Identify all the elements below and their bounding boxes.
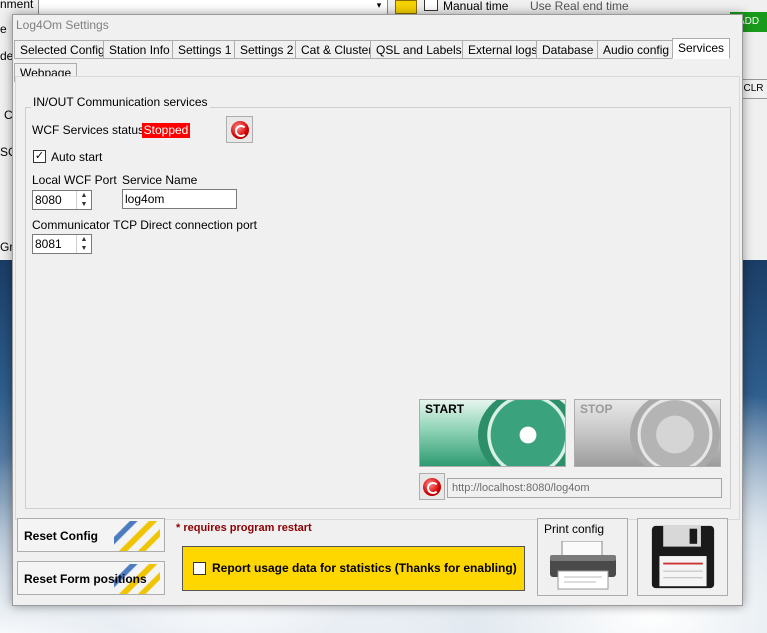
bg-text-input[interactable] [38, 0, 388, 15]
refresh-status-button[interactable] [226, 116, 253, 143]
reset-form-label: Reset Form positions [24, 572, 147, 586]
save-button[interactable] [637, 518, 728, 596]
tools-icon [114, 521, 160, 551]
auto-start-checkbox[interactable]: ✓ [33, 150, 46, 163]
local-port-input[interactable]: 8080 ▲ ▼ [32, 190, 92, 210]
dialog-title: Log4Om Settings [16, 18, 109, 32]
local-port-spinner[interactable]: ▲ ▼ [76, 191, 91, 209]
tcp-port-value: 8081 [35, 237, 62, 251]
service-name-label: Service Name [122, 173, 198, 187]
tab-database[interactable]: Database [536, 40, 600, 59]
tcp-port-label: Communicator TCP Direct connection port [32, 218, 257, 232]
bg-dropdown-arrow-icon[interactable]: ▾ [372, 0, 386, 14]
reset-form-positions-button[interactable]: Reset Form positions [17, 561, 165, 595]
stop-label: STOP [580, 402, 613, 416]
tcp-port-input[interactable]: 8081 ▲ ▼ [32, 234, 92, 254]
auto-start-label: Auto start [51, 150, 103, 164]
printer-icon [550, 541, 616, 590]
tcp-port-spinner[interactable]: ▲ ▼ [76, 235, 91, 253]
local-port-label: Local WCF Port [32, 173, 117, 187]
tab-settings-2[interactable]: Settings 2 [234, 40, 300, 59]
bg-manual-time-label: Manual time [443, 0, 509, 13]
service-url-field[interactable]: http://localhost:8080/log4om [447, 478, 722, 498]
refresh-icon [230, 120, 249, 139]
bg-manual-time-checkbox[interactable] [424, 0, 438, 11]
tab-station-info[interactable]: Station Info [103, 40, 176, 59]
stop-wheel-icon [630, 400, 720, 466]
service-name-input[interactable]: log4om [122, 189, 237, 209]
print-config-button[interactable]: Print config [537, 518, 628, 596]
start-label: START [425, 402, 465, 416]
report-usage-label: Report usage data for statistics (Thanks… [212, 561, 517, 575]
reset-config-label: Reset Config [24, 529, 99, 543]
print-config-label: Print config [544, 522, 605, 536]
local-port-value: 8080 [35, 193, 62, 207]
tab-qsl-labels[interactable]: QSL and Labels [370, 40, 468, 59]
bg-real-end-label: Use Real end time [530, 0, 629, 13]
tab-services[interactable]: Services [672, 38, 731, 59]
restart-note: * requires program restart [176, 522, 312, 534]
report-usage-box: Report usage data for statistics (Thanks… [182, 546, 525, 591]
bg-fragment-1: e [0, 22, 7, 36]
stop-button[interactable]: STOP [574, 399, 721, 467]
reset-config-button[interactable]: Reset Config [17, 518, 165, 552]
bg-field-label: nment [0, 0, 34, 11]
tab-selected-config[interactable]: Selected Config [14, 40, 111, 59]
floppy-save-icon [651, 525, 715, 589]
refresh-icon [423, 477, 441, 496]
group-title: IN/OUT Communication services [31, 95, 210, 109]
tab-audio-config[interactable]: Audio config [597, 40, 676, 59]
start-button[interactable]: START [419, 399, 566, 467]
bg-yellow-button[interactable] [395, 0, 417, 14]
wcf-status-label: WCF Services status [32, 123, 145, 137]
report-usage-checkbox[interactable] [193, 562, 206, 575]
tab-settings-1[interactable]: Settings 1 [172, 40, 238, 59]
refresh-url-button[interactable] [419, 473, 445, 500]
wcf-status-badge: Stopped [142, 123, 190, 138]
tab-cat-cluster[interactable]: Cat & Cluster [295, 40, 379, 59]
tab-external-logs[interactable]: External logs [462, 40, 544, 59]
start-wheel-icon [478, 400, 565, 466]
settings-dialog: Log4Om Settings Selected Config Station … [12, 14, 743, 606]
